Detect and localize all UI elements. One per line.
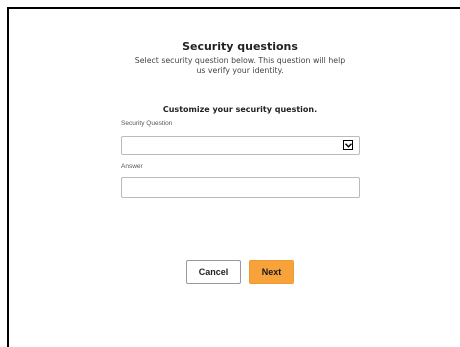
security-question-select[interactable] xyxy=(121,136,360,155)
cancel-button[interactable]: Cancel xyxy=(186,260,241,284)
chevron-down-icon[interactable] xyxy=(343,140,353,150)
next-button[interactable]: Next xyxy=(249,260,294,284)
page-title: Security questions xyxy=(182,40,298,53)
answer-input[interactable] xyxy=(121,177,360,198)
security-question-label: Security Question xyxy=(121,120,173,127)
customize-heading: Customize your security question. xyxy=(162,105,318,114)
answer-label: Answer xyxy=(121,163,143,170)
page-subtitle: Select security question below. This que… xyxy=(134,56,346,75)
